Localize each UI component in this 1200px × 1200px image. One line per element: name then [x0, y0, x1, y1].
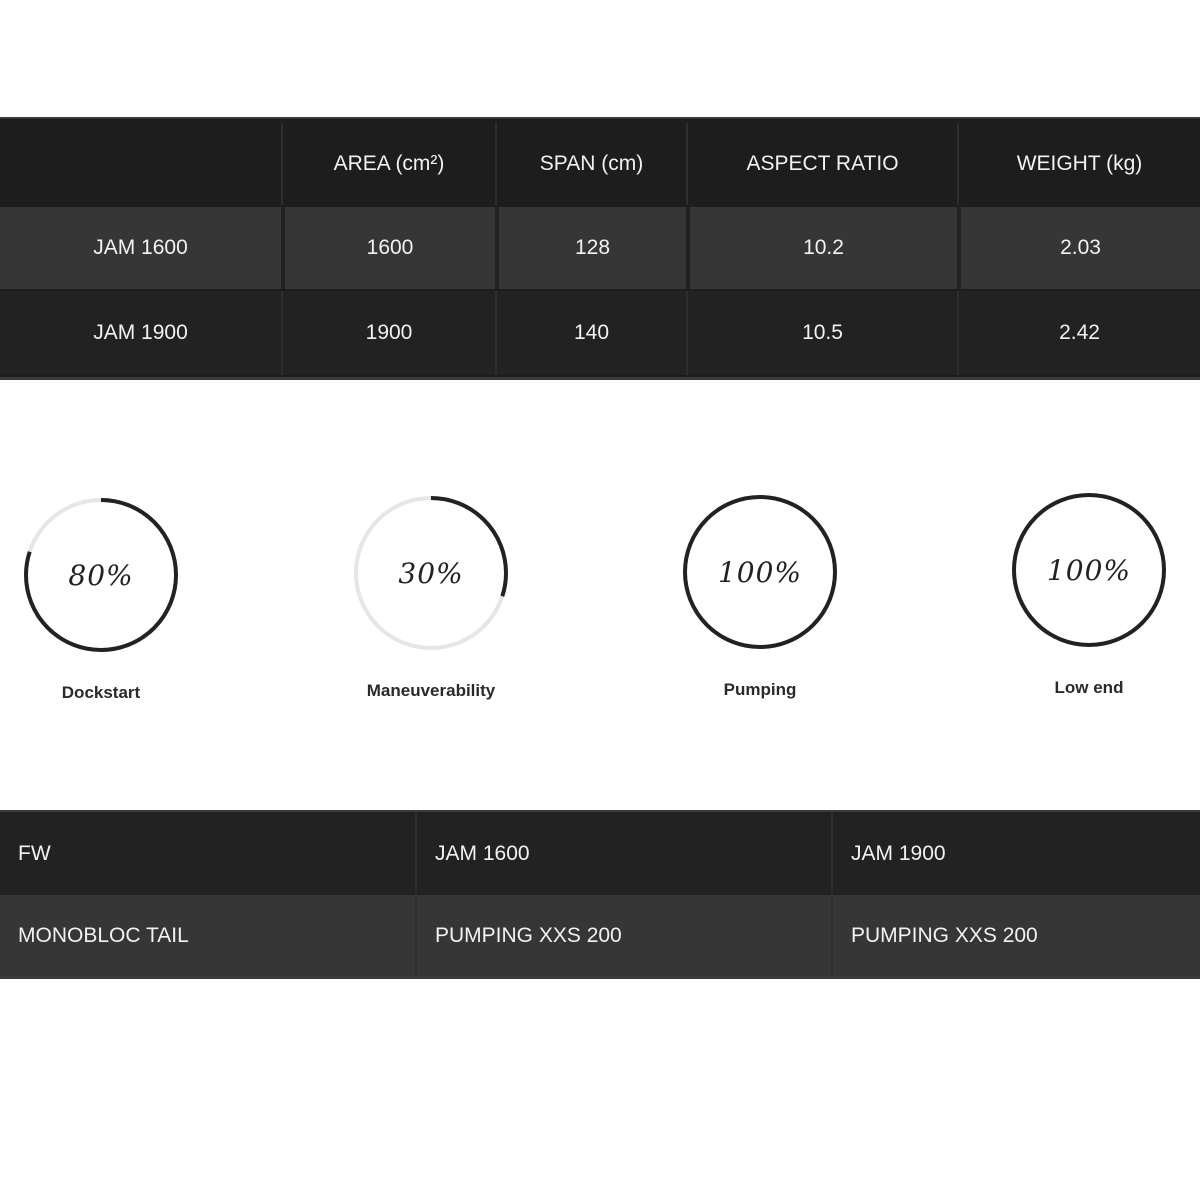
gauge-label: Low end: [1054, 678, 1124, 697]
combo-table-row: MONOBLOC TAIL PUMPING XXS 200 PUMPING XX…: [0, 895, 1200, 976]
spec-table-header-row: AREA (cm²) SPAN (cm) ASPECT RATIO WEIGHT…: [0, 123, 1200, 205]
spec-cell-span: 140: [495, 291, 686, 375]
gauge-percent: 30%: [398, 557, 464, 590]
gauge-percent: 80%: [68, 559, 134, 592]
spec-header-empty: [0, 123, 281, 205]
gauge-pumping: 100% Pumping: [660, 482, 860, 712]
gauge-label: Pumping: [723, 680, 797, 699]
page: AREA (cm²) SPAN (cm) ASPECT RATIO WEIGHT…: [0, 0, 1200, 1200]
spec-cell-model: JAM 1600: [93, 236, 188, 259]
combo-cell-jam-1600: PUMPING XXS 200: [415, 895, 831, 976]
spec-cell-weight: 2.42: [957, 291, 1200, 375]
combo-header-jam-1600: JAM 1600: [415, 812, 831, 895]
gauge-low-end: 100% Low end: [989, 480, 1189, 710]
gauge-maneuverability: 30% Maneuverability: [331, 483, 531, 713]
spec-header-aspect-ratio: ASPECT RATIO: [686, 123, 957, 205]
combo-cell-jam-1900: PUMPING XXS 200: [831, 895, 1200, 976]
spec-header-area: AREA (cm²): [281, 123, 495, 205]
gauge-dockstart: 80% Dockstart: [1, 485, 201, 715]
spec-header-weight: WEIGHT (kg): [957, 123, 1200, 205]
gauge-label: Dockstart: [61, 683, 141, 702]
spec-header-span: SPAN (cm): [495, 123, 686, 205]
spec-cell-area: 1900: [281, 291, 495, 375]
gauge-label: Maneuverability: [366, 681, 496, 700]
spec-table: AREA (cm²) SPAN (cm) ASPECT RATIO WEIGHT…: [0, 117, 1200, 380]
combo-table: FW JAM 1600 JAM 1900 MONOBLOC TAIL PUMPI…: [0, 810, 1200, 979]
spec-cell-model: JAM 1900: [93, 321, 188, 344]
combo-header-jam-1900: JAM 1900: [831, 812, 1200, 895]
spec-cell-span: 128: [495, 207, 686, 289]
combo-cell-tail: MONOBLOC TAIL: [18, 923, 189, 947]
gauge-percent: 100%: [717, 556, 803, 589]
combo-table-header-row: FW JAM 1600 JAM 1900: [0, 812, 1200, 895]
spec-cell-area: 1600: [281, 207, 495, 289]
spec-cell-aspect-ratio: 10.5: [686, 291, 957, 375]
rating-gauges: 80% Dockstart 30% Maneuverability 100% P…: [0, 480, 1200, 720]
spec-cell-aspect-ratio: 10.2: [686, 207, 957, 289]
spec-table-row: JAM 1600 1600 128 10.2 2.03: [0, 207, 1200, 289]
combo-header-fw: FW: [18, 841, 51, 865]
spec-cell-weight: 2.03: [957, 207, 1200, 289]
spec-table-row: JAM 1900 1900 140 10.5 2.42: [0, 291, 1200, 375]
gauge-percent: 100%: [1046, 554, 1132, 587]
